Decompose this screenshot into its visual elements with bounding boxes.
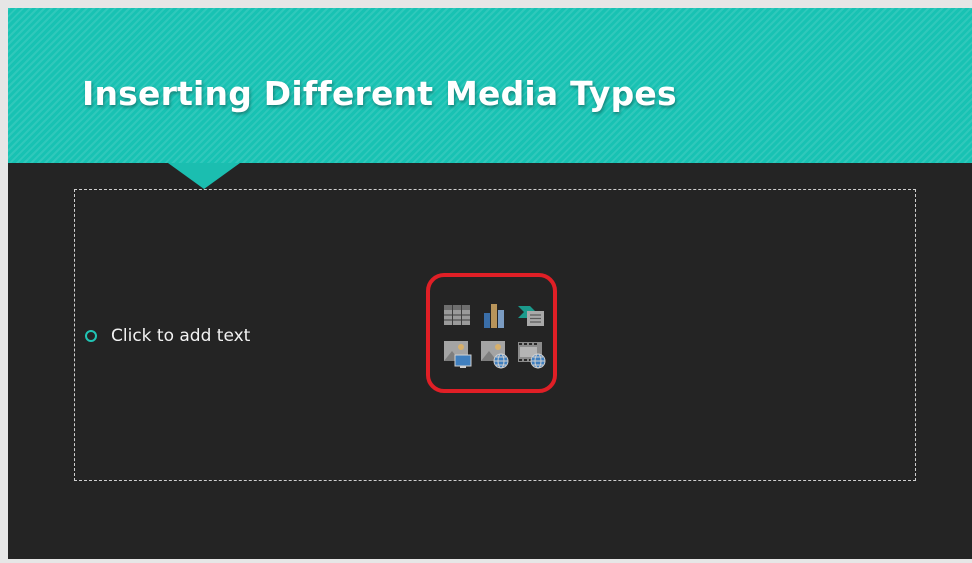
insert-online-picture-icon[interactable] bbox=[479, 339, 509, 369]
insert-table-icon[interactable] bbox=[442, 300, 472, 330]
insert-content-icons bbox=[442, 300, 546, 369]
slide-title[interactable]: Inserting Different Media Types bbox=[82, 74, 677, 113]
slide-canvas[interactable]: Inserting Different Media Types Click to… bbox=[8, 8, 972, 559]
insert-video-icon[interactable] bbox=[516, 339, 546, 369]
bullet-row[interactable]: Click to add text bbox=[85, 326, 250, 346]
insert-picture-icon[interactable] bbox=[442, 339, 472, 369]
banner-notch bbox=[168, 163, 240, 189]
bullet-circle-icon bbox=[85, 330, 97, 342]
click-to-add-text-prompt[interactable]: Click to add text bbox=[111, 326, 250, 346]
insert-chart-icon[interactable] bbox=[479, 300, 509, 330]
insert-smartart-icon[interactable] bbox=[516, 300, 546, 330]
